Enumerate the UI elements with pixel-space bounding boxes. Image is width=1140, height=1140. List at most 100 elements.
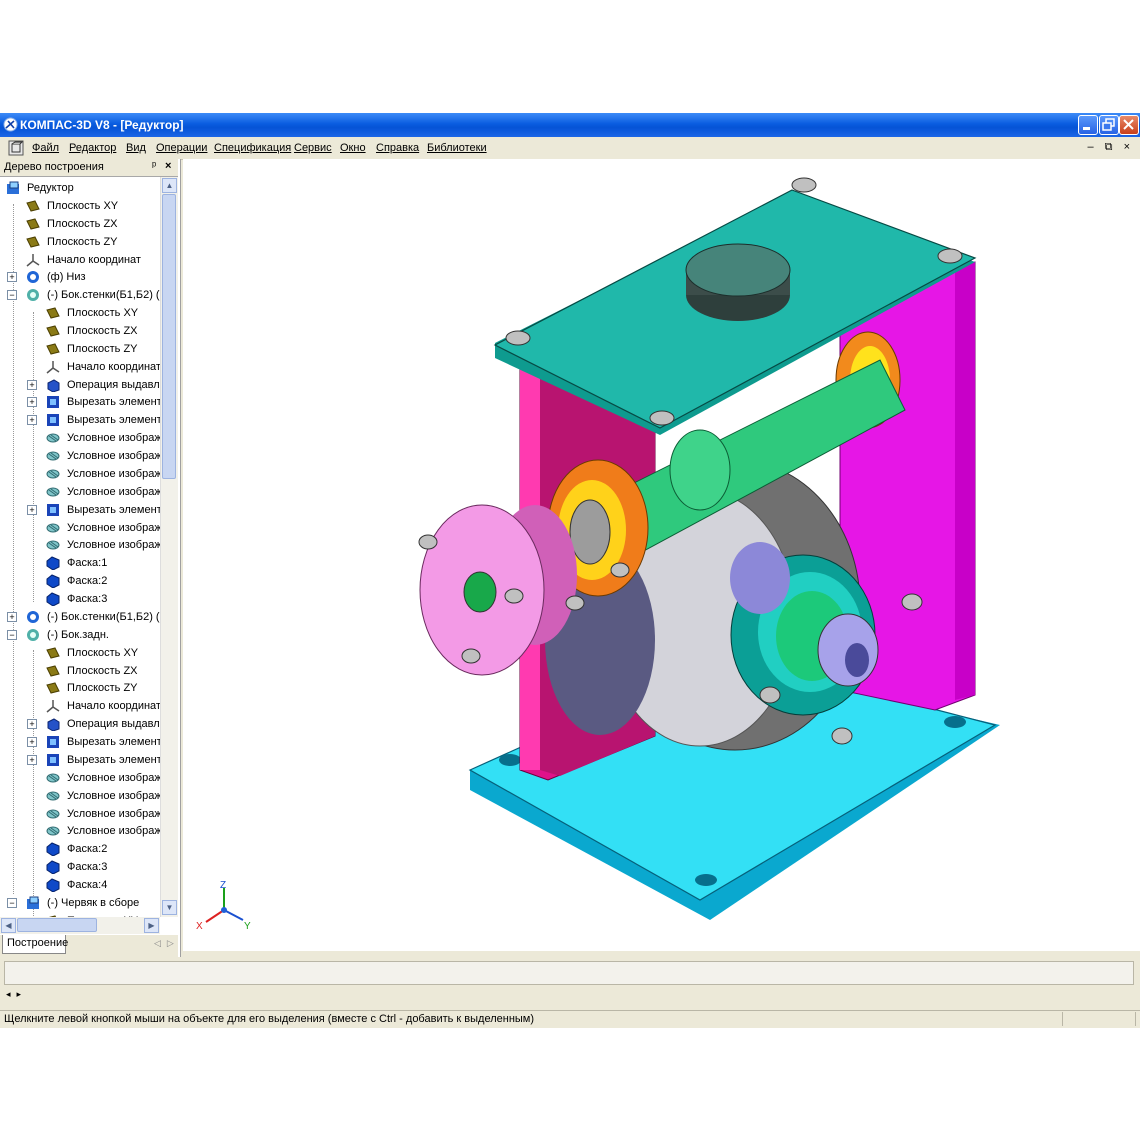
output-screw (901, 593, 923, 611)
tree-node-label: Плоскость ZY (67, 682, 138, 695)
tree-node-label: (-) Бок.стенки(Б1,Б2) (2) (47, 610, 160, 623)
cut-icon (47, 753, 59, 766)
panel-header: Дерево построения ᵖ × (0, 159, 178, 177)
axis-y-label: Y (244, 921, 251, 932)
expand-toggle-icon[interactable]: + (27, 754, 37, 765)
close-button[interactable] (1119, 115, 1139, 135)
kompas-logo-icon (3, 117, 18, 132)
plane-icon (46, 325, 60, 337)
tree-node-label: (-) Бок.задн. (47, 628, 109, 641)
mount-hole (944, 716, 966, 728)
thread-icon (46, 433, 60, 443)
output-shaft-rear (730, 542, 790, 614)
tree-node-label: (-) Червяк в сборе (47, 896, 140, 909)
origin-icon (46, 360, 60, 374)
tree-node-label: Вырезать элемент в (67, 396, 160, 409)
expand-toggle-icon[interactable]: + (27, 379, 37, 390)
tree-vertical-scrollbar[interactable]: ▲ ▼ (160, 177, 178, 917)
output-shaft-bore (845, 643, 869, 677)
expand-toggle-icon[interactable]: + (7, 611, 17, 622)
menu-window[interactable]: Окно (340, 142, 366, 154)
panel-nav-arrows[interactable]: ◂▸ (6, 989, 27, 1000)
plane-icon (26, 200, 40, 212)
document-icon[interactable] (8, 140, 24, 156)
thread-icon (46, 773, 60, 783)
thread-icon (46, 809, 60, 818)
plane-icon (46, 682, 60, 694)
restore-icon (1102, 118, 1115, 131)
extrude-icon (47, 379, 60, 392)
expand-toggle-icon[interactable]: + (27, 397, 37, 408)
scroll-down-arrow-icon[interactable]: ▼ (162, 900, 177, 915)
pin-icon[interactable]: ᵖ (152, 160, 156, 172)
expand-toggle-icon[interactable]: + (27, 737, 37, 747)
cut-icon (47, 414, 59, 427)
expand-toggle-icon[interactable]: + (27, 415, 37, 426)
flange-pin (504, 588, 524, 604)
scroll-up-arrow-icon[interactable]: ▲ (162, 178, 177, 193)
thread-icon (46, 451, 60, 461)
menu-specification[interactable]: Спецификация (214, 142, 291, 154)
menu-service[interactable]: Сервис (294, 142, 332, 154)
expand-toggle-icon[interactable]: − (7, 629, 17, 640)
axis-x-label: X (196, 921, 203, 932)
tab-nav-arrows[interactable]: ◁▷ (154, 938, 180, 949)
tree-node-label: Фаска:2 (67, 843, 108, 856)
tree-node-label: (ф) Низ (47, 271, 86, 284)
menu-help[interactable]: Справка (376, 142, 419, 154)
origin-icon (26, 253, 40, 267)
expand-toggle-icon[interactable]: + (27, 719, 37, 730)
chamfer-icon (46, 556, 60, 571)
tree-node-label: Фаска:3 (67, 593, 108, 605)
flange-pin (461, 648, 481, 664)
panel-close-icon[interactable]: × (165, 160, 171, 172)
expand-toggle-icon[interactable]: + (7, 272, 17, 283)
expand-toggle-icon[interactable]: + (27, 504, 37, 515)
thread-icon (46, 469, 60, 479)
hscroll-thumb[interactable] (17, 918, 97, 932)
knurled-cap[interactable] (685, 243, 791, 297)
chamfer-icon (46, 592, 60, 606)
tree-node-label: Плоскость ZY (47, 235, 118, 248)
thread-icon (46, 487, 60, 497)
tree-node-label: Условное изображение (67, 485, 160, 498)
menu-view[interactable]: Вид (126, 142, 146, 154)
tree-node-label: Операция выдавливания (67, 378, 160, 391)
output-screw (759, 686, 781, 704)
menu-operations[interactable]: Операции (156, 142, 207, 154)
plane-icon (46, 664, 60, 677)
tree-horizontal-scrollbar[interactable]: ◀ ▶ (0, 917, 160, 934)
cover-screw (505, 330, 531, 346)
plane-icon (26, 236, 40, 248)
tree-node-label: Редуктор (27, 182, 74, 194)
expand-toggle-icon[interactable]: − (7, 290, 17, 301)
title-bar[interactable]: КОМПАС-3D V8 - [Редуктор] (0, 113, 1140, 137)
thread-icon (46, 523, 60, 532)
tree-node-label: Вырезать элемент в (67, 753, 160, 766)
tab-build[interactable]: Построение (2, 935, 68, 954)
status-separator (1135, 1012, 1136, 1026)
cover-screw (649, 410, 675, 426)
restore-button[interactable] (1099, 115, 1119, 135)
scroll-thumb[interactable] (162, 194, 176, 479)
mdi-controls[interactable]: – ⧉ × (1087, 141, 1134, 154)
plane-icon (46, 647, 60, 659)
part-active-icon (27, 289, 39, 302)
plane-icon (46, 307, 60, 319)
command-panel[interactable] (4, 961, 1134, 985)
minimize-button[interactable] (1078, 115, 1098, 135)
model-viewport[interactable]: Z X Y (183, 159, 1140, 951)
bearing-screw (565, 595, 585, 611)
scroll-left-arrow-icon[interactable]: ◀ (1, 918, 16, 933)
tree-node-label: Фаска:3 (67, 861, 108, 874)
assembly-icon (7, 181, 19, 194)
tree-node-label: Условное изображение (67, 521, 160, 534)
tree-node-label: Плоскость ZX (67, 325, 138, 337)
tree-node-label: Начало координат (67, 360, 160, 373)
gearbox-3d-model[interactable]: Z X Y (183, 159, 1140, 951)
menu-file[interactable]: Файл (32, 142, 59, 154)
expand-toggle-icon[interactable]: − (7, 897, 17, 908)
menu-libraries[interactable]: Библиотеки (427, 142, 487, 154)
scroll-right-arrow-icon[interactable]: ▶ (144, 918, 159, 933)
menu-editor[interactable]: Редактор (69, 142, 116, 154)
